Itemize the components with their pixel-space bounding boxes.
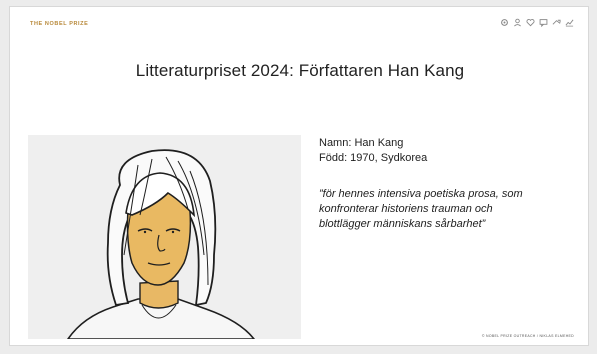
slide: THE NOBEL PRIZE Litteraturpriset 2024: F…	[9, 6, 589, 346]
share-icon[interactable]	[552, 18, 561, 27]
chart-icon[interactable]	[565, 18, 574, 27]
toolbar	[500, 18, 574, 27]
laureate-info: Namn: Han Kang Född: 1970, Sydkorea ”för…	[319, 136, 581, 232]
quote-line: ”för hennes intensiva poetiska prosa, so…	[319, 188, 523, 200]
brand-logo: THE NOBEL PRIZE	[30, 21, 89, 27]
quote-line: blottlägger människans sårbarhet”	[319, 218, 486, 230]
user-icon[interactable]	[513, 18, 522, 27]
prize-motivation: ”för hennes intensiva poetiska prosa, so…	[319, 187, 581, 232]
quote-line: konfronterar historiens trauman och	[319, 203, 493, 215]
page-title: Litteraturpriset 2024: Författaren Han K…	[135, 61, 465, 80]
laureate-born: Född: 1970, Sydkorea	[319, 152, 428, 164]
portrait-drawing	[28, 135, 301, 339]
laureate-name: Namn: Han Kang	[319, 137, 404, 149]
heart-icon[interactable]	[526, 18, 535, 27]
settings-icon[interactable]	[500, 18, 509, 27]
chat-icon[interactable]	[539, 18, 548, 27]
portrait-illustration	[28, 135, 301, 339]
photo-credit: © NOBEL PRIZE OUTREACH / NIKLAS ELMEHED	[481, 334, 574, 338]
